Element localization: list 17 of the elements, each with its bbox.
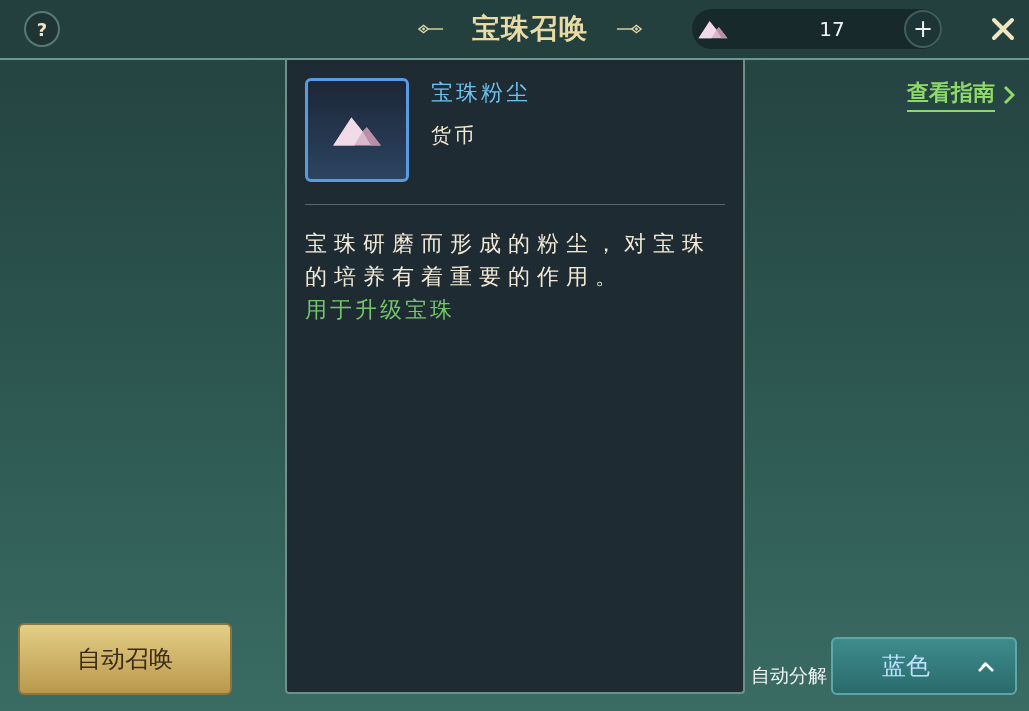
help-button[interactable]: ? <box>24 11 60 47</box>
currency-amount: 17 <box>818 17 846 41</box>
item-usage: 用于升级宝珠 <box>305 296 456 324</box>
caret-up-icon <box>976 659 996 673</box>
auto-summon-button[interactable]: 自动召唤 <box>18 623 232 695</box>
guide-link[interactable]: 查看指南 <box>907 78 995 112</box>
auto-decompose-label: 自动分解 <box>751 663 827 688</box>
window-title: 宝珠召唤 <box>472 11 588 47</box>
add-button[interactable]: + <box>904 10 942 48</box>
ornament-icon <box>418 23 444 35</box>
item-type: 货币 <box>431 122 478 149</box>
chevron-right-icon[interactable] <box>1003 85 1015 105</box>
item-name: 宝珠粉尘 <box>431 79 531 107</box>
ornament-icon <box>616 23 642 35</box>
close-icon[interactable] <box>991 17 1015 41</box>
item-description: 宝珠研磨而形成的粉尘，对宝珠的培养有着重要的作用。 <box>305 230 712 291</box>
quality-dropdown[interactable]: 蓝色 <box>831 637 1017 695</box>
